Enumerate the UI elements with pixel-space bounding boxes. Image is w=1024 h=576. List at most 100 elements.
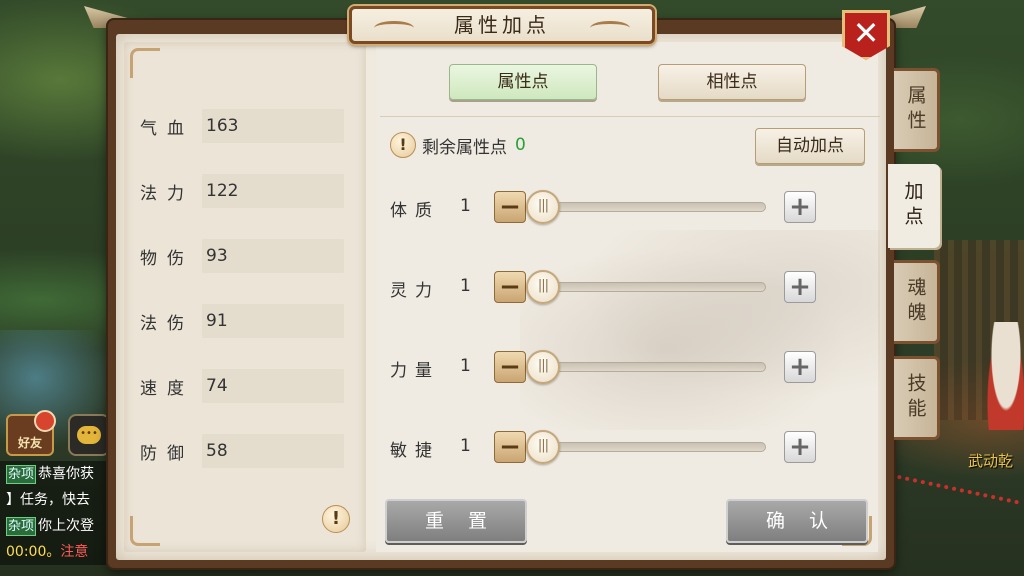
attribute-row-spirit: 灵力 1 − ||| + xyxy=(390,268,820,308)
npc-name: 武动乾 xyxy=(968,452,1014,470)
chat-line: 00:00。注意 xyxy=(0,539,112,565)
divider xyxy=(380,116,880,117)
stat-row-physical-damage: 物伤 93 xyxy=(140,239,344,273)
decrease-button[interactable]: − xyxy=(494,351,526,383)
slider-grip-icon[interactable]: ||| xyxy=(526,270,560,304)
reset-button[interactable]: 重置 xyxy=(385,499,527,543)
panel-title-bar: 属性加点 xyxy=(349,6,655,44)
stat-row-magic-damage: 法伤 91 xyxy=(140,304,344,338)
attribute-row-strength: 力量 1 − ||| + xyxy=(390,348,820,388)
slider-track[interactable] xyxy=(530,202,766,212)
attribute-value: 1 xyxy=(460,436,471,456)
increase-button[interactable]: + xyxy=(784,271,816,303)
corner-ornament xyxy=(130,48,160,78)
stat-row-hp: 气血 163 xyxy=(140,109,344,143)
side-tab-skills[interactable]: 技能 xyxy=(894,356,940,440)
chat-tag: 杂项 xyxy=(6,517,37,536)
minus-icon: − xyxy=(499,432,521,462)
chat-line: 杂项 你上次登 xyxy=(0,513,112,539)
increase-button[interactable]: + xyxy=(784,351,816,383)
increase-button[interactable]: + xyxy=(784,431,816,463)
plus-icon: + xyxy=(789,192,811,222)
minus-icon: − xyxy=(499,192,521,222)
stat-label: 速度 xyxy=(140,378,194,399)
side-tab-attributes[interactable]: 属性 xyxy=(894,68,940,152)
page-title: 属性加点 xyxy=(454,13,550,37)
chat-button[interactable]: ••• xyxy=(68,414,110,456)
side-tab-label: 属性 xyxy=(904,85,927,135)
side-tab-soul[interactable]: 魂魄 xyxy=(894,260,940,344)
stat-value: 163 xyxy=(202,109,344,143)
stat-value: 93 xyxy=(202,239,344,273)
attribute-value: 1 xyxy=(460,276,471,296)
friends-button[interactable]: 好友 xyxy=(6,410,56,456)
chat-warning: 注意 xyxy=(60,544,89,560)
stat-value: 91 xyxy=(202,304,344,338)
corner-ornament xyxy=(130,516,160,546)
chat-line: 】任务，快去 xyxy=(0,487,112,513)
close-icon: ✕ xyxy=(852,14,880,52)
attribute-row-constitution: 体质 1 − ||| + xyxy=(390,188,820,228)
cloud-ornament-icon xyxy=(374,21,414,35)
decrease-button[interactable]: − xyxy=(494,431,526,463)
npc-figure[interactable] xyxy=(986,322,1024,430)
minus-icon: − xyxy=(499,352,521,382)
slider-track[interactable] xyxy=(530,362,766,372)
increase-button[interactable]: + xyxy=(784,191,816,223)
remaining-label: 剩余属性点 xyxy=(422,137,507,158)
stat-value: 122 xyxy=(202,174,344,208)
friend-avatar-icon xyxy=(34,410,56,432)
plus-icon: + xyxy=(789,432,811,462)
tab-affinity-points[interactable]: 相性点 xyxy=(658,64,806,100)
stat-label: 气血 xyxy=(140,118,194,139)
decrease-button[interactable]: − xyxy=(494,191,526,223)
friends-label: 好友 xyxy=(17,436,42,450)
attribute-row-agility: 敏捷 1 − ||| + xyxy=(390,428,820,468)
chat-bubble-icon: ••• xyxy=(77,426,101,444)
attribute-label: 敏捷 xyxy=(390,441,440,461)
decrease-button[interactable]: − xyxy=(494,271,526,303)
attribute-label: 力量 xyxy=(390,361,440,381)
stat-row-speed: 速度 74 xyxy=(140,369,344,403)
chat-line: 杂项 恭喜你获 xyxy=(0,461,112,487)
tab-attribute-points[interactable]: 属性点 xyxy=(449,64,597,100)
auto-allocate-button[interactable]: 自动加点 xyxy=(755,128,865,164)
slider-track[interactable] xyxy=(530,442,766,452)
slider-track[interactable] xyxy=(530,282,766,292)
confirm-button[interactable]: 确认 xyxy=(726,499,868,543)
stat-label: 物伤 xyxy=(140,248,194,269)
exclamation-icon: ! xyxy=(331,508,341,529)
attribute-label: 灵力 xyxy=(390,281,440,301)
stat-value: 74 xyxy=(202,369,344,403)
side-tab-allocate[interactable]: 加点 xyxy=(888,164,940,248)
stat-row-defense: 防御 58 xyxy=(140,434,344,468)
chat-text: 你上次登 xyxy=(38,518,95,534)
stat-value: 58 xyxy=(202,434,344,468)
chat-log[interactable]: 杂项 恭喜你获 】任务，快去 杂项 你上次登 00:00。注意 xyxy=(0,461,112,565)
stat-label: 防御 xyxy=(140,443,194,464)
side-tab-label: 技能 xyxy=(904,373,927,423)
slider-grip-icon[interactable]: ||| xyxy=(526,430,560,464)
minus-icon: − xyxy=(499,272,521,302)
remaining-points: ! 剩余属性点 0 xyxy=(390,132,526,158)
chat-text: 恭喜你获 xyxy=(38,466,95,482)
side-tab-label: 加点 xyxy=(901,181,924,231)
plus-icon: + xyxy=(789,352,811,382)
remaining-count: 0 xyxy=(515,135,526,155)
slider-grip-icon[interactable]: ||| xyxy=(526,190,560,224)
plus-icon: + xyxy=(789,272,811,302)
side-tab-label: 魂魄 xyxy=(904,277,927,327)
slider-grip-icon[interactable]: ||| xyxy=(526,350,560,384)
chat-time: 00:00。 xyxy=(6,544,61,560)
stat-label: 法力 xyxy=(140,183,194,204)
ink-landscape-decoration xyxy=(520,230,880,430)
chat-text: 】任务，快去 xyxy=(6,492,90,508)
attribute-value: 1 xyxy=(460,196,471,216)
attribute-value: 1 xyxy=(460,356,471,376)
attribute-label: 体质 xyxy=(390,201,440,221)
chat-tag: 杂项 xyxy=(6,465,37,484)
stats-help-button[interactable]: ! xyxy=(322,505,350,533)
stat-label: 法伤 xyxy=(140,313,194,334)
exclamation-icon[interactable]: ! xyxy=(390,132,416,158)
stat-row-mp: 法力 122 xyxy=(140,174,344,208)
